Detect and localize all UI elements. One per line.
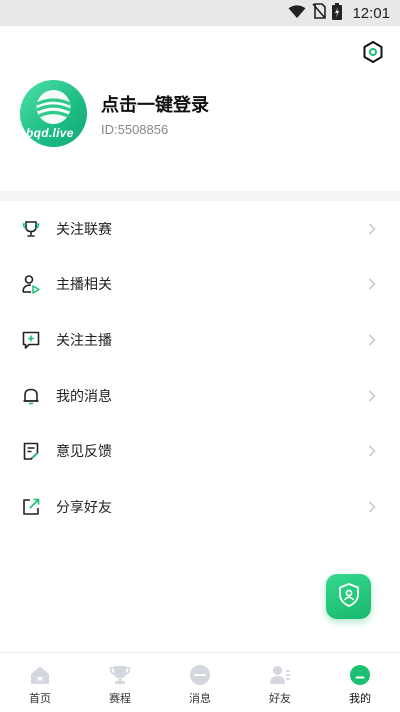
message-icon [188,663,212,687]
menu-label: 意见反馈 [56,444,112,461]
avatar[interactable]: bqd.live [20,80,87,147]
friends-icon [268,663,292,687]
profile-icon [348,663,372,687]
no-sim-icon [312,3,327,23]
feedback-icon [21,441,41,461]
tab-label: 我的 [349,692,371,705]
streamer-icon [21,274,41,295]
tab-messages[interactable]: 消息 [160,653,240,712]
menu-label: 关注联赛 [56,221,112,238]
tab-mine[interactable]: 我的 [320,653,400,712]
schedule-icon [108,663,132,687]
tab-friends[interactable]: 好友 [240,653,320,712]
wifi-icon [288,4,306,23]
tab-label: 首页 [29,692,51,705]
tab-home[interactable]: 首页 [0,653,80,712]
settings-button[interactable] [360,41,386,67]
tab-label: 好友 [269,692,291,705]
menu-item-messages[interactable]: 我的消息 [0,368,400,424]
chevron-right-icon [367,389,377,403]
menu-item-follow-streamer[interactable]: 关注主播 [0,312,400,368]
bell-icon [21,386,41,406]
home-icon [28,663,52,687]
menu-item-share[interactable]: 分享好友 [0,479,400,535]
tab-label: 消息 [189,692,211,705]
guardian-shield-button[interactable] [326,574,371,619]
chevron-right-icon [367,222,377,236]
login-prompt[interactable]: 点击一键登录 [101,91,209,117]
menu-label: 关注主播 [56,332,112,349]
menu-list: 关注联赛 主播相关 关注主播 我的消息 意见反馈 分享好友 [0,201,400,535]
chevron-right-icon [367,277,377,291]
avatar-watermark: bqd.live [26,126,74,140]
menu-label: 我的消息 [56,388,112,405]
bottom-tab-bar: 首页 赛程 消息 好友 我的 [0,652,400,712]
menu-item-feedback[interactable]: 意见反馈 [0,423,400,479]
follow-streamer-icon [21,330,41,350]
menu-label: 分享好友 [56,499,112,516]
tab-schedule[interactable]: 赛程 [80,653,160,712]
settings-hex-icon [361,40,385,68]
chevron-right-icon [367,500,377,514]
menu-item-follow-league[interactable]: 关注联赛 [0,201,400,257]
status-icons: 12:01 [288,0,390,26]
status-bar: 12:01 [0,0,400,26]
menu-label: 主播相关 [56,277,112,294]
section-divider [0,191,400,201]
menu-item-streamer[interactable]: 主播相关 [0,257,400,313]
status-time: 12:01 [352,4,390,22]
shield-user-icon [337,582,361,612]
trophy-icon [21,219,41,239]
share-icon [21,497,41,517]
tab-label: 赛程 [109,692,131,705]
battery-icon [332,2,343,24]
user-id: ID:5508856 [101,122,169,137]
chevron-right-icon [367,444,377,458]
chevron-right-icon [367,333,377,347]
